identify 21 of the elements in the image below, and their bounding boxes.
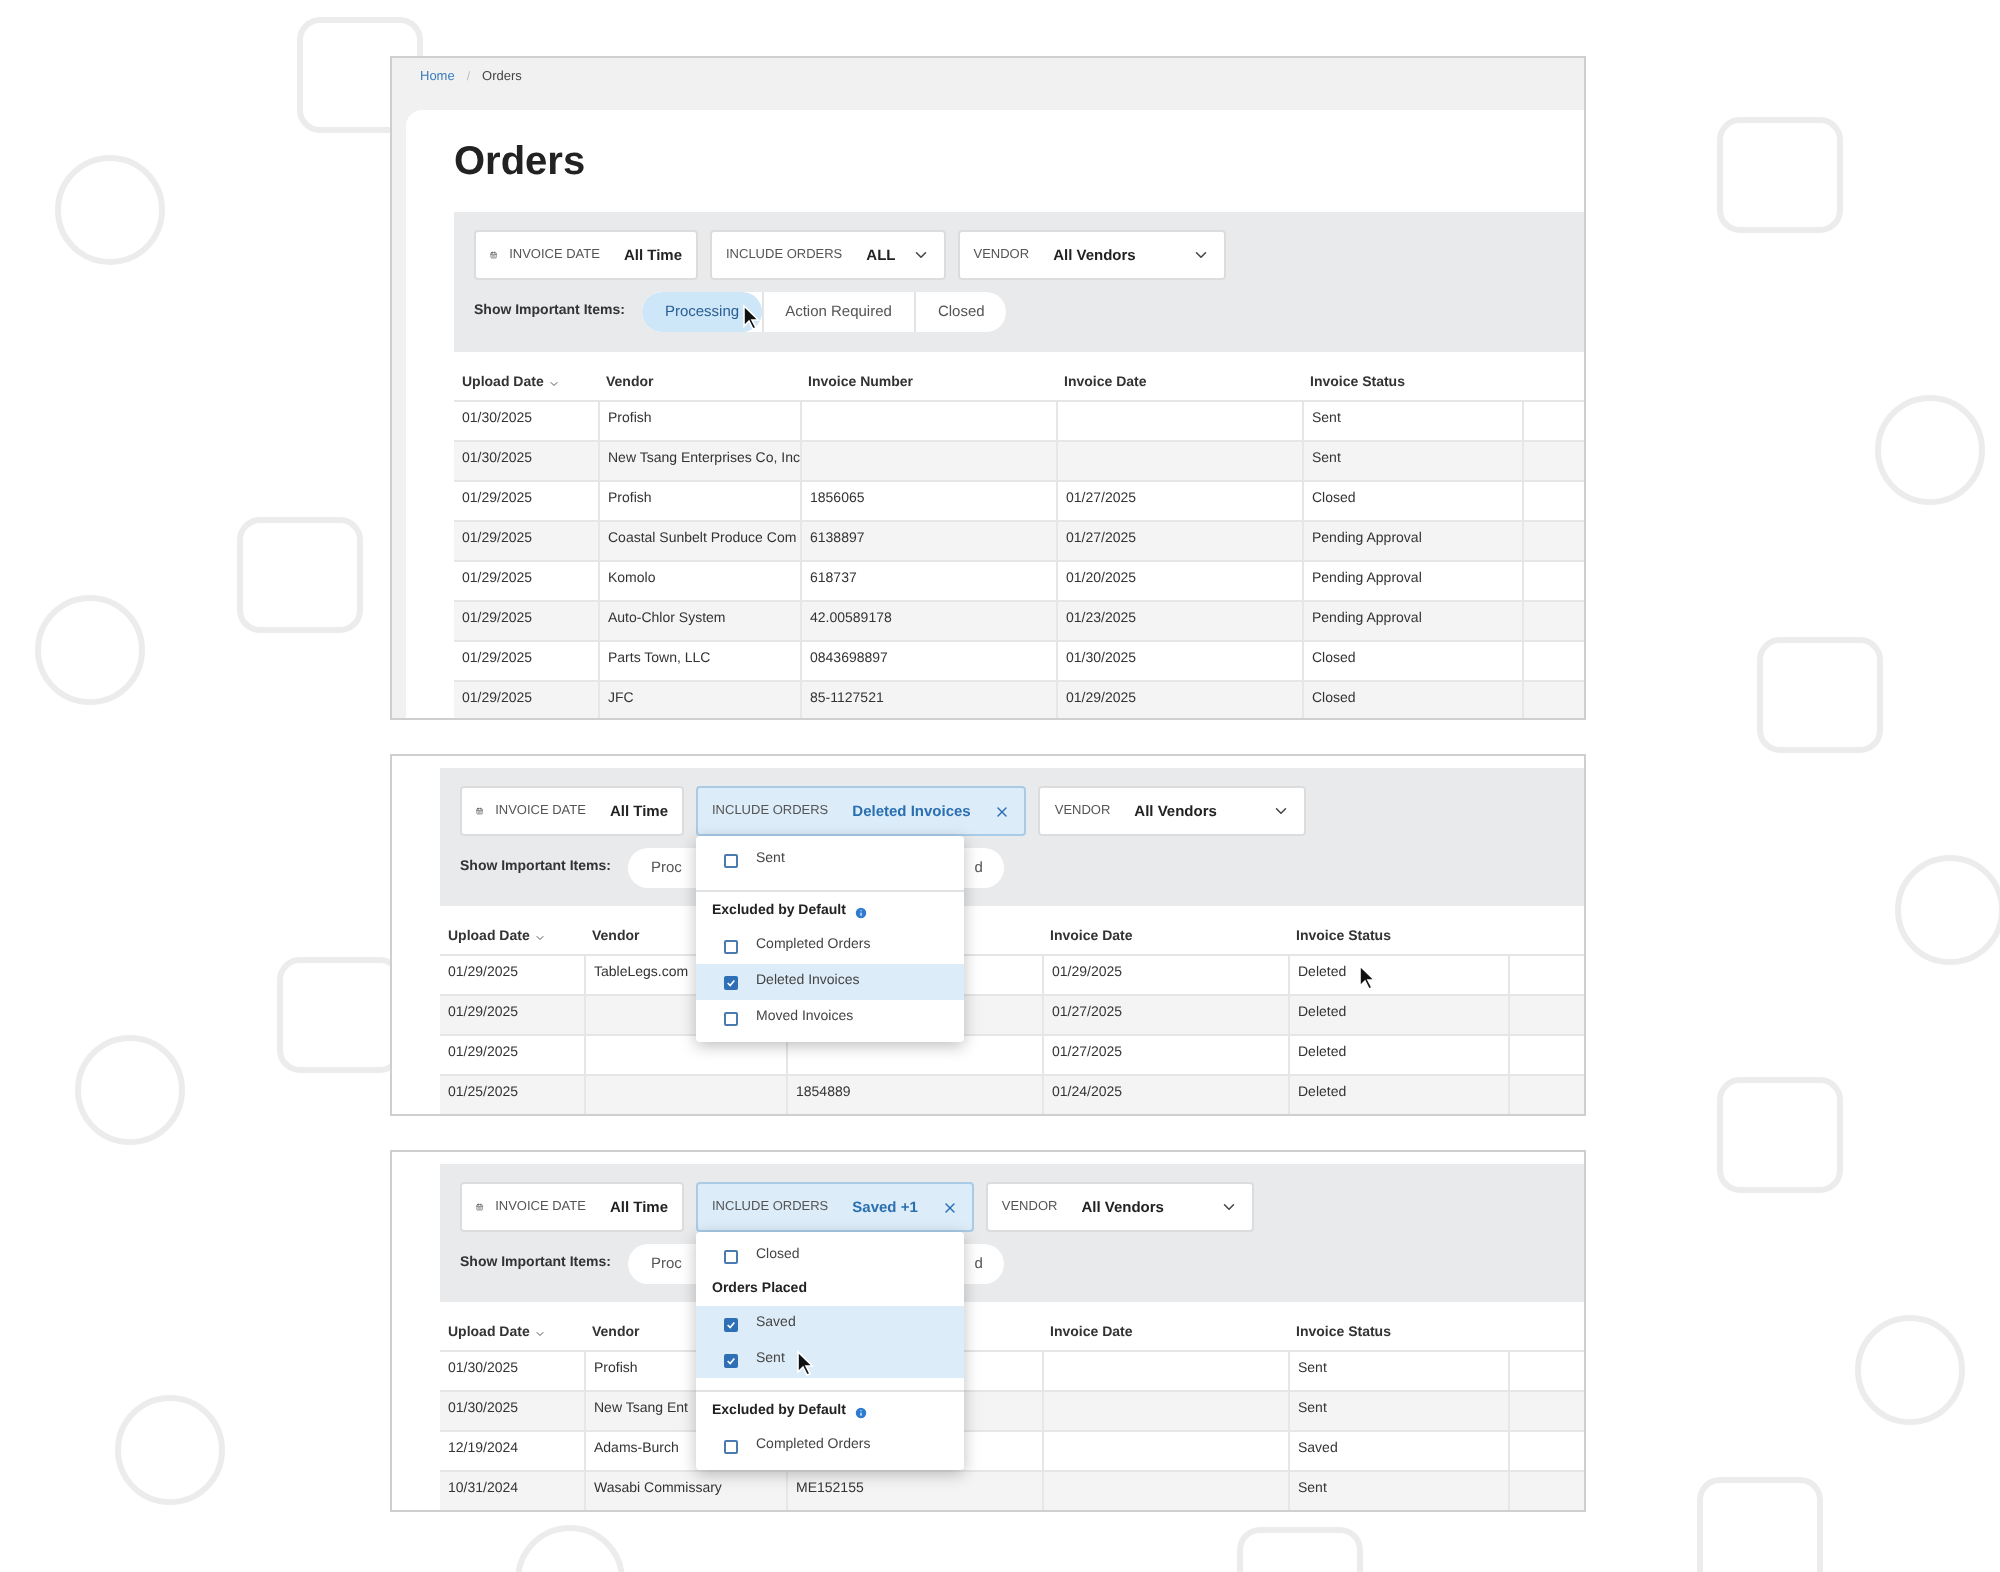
page-title: Orders xyxy=(454,138,588,186)
checkbox[interactable] xyxy=(724,1249,738,1263)
checkbox[interactable] xyxy=(724,939,738,953)
check-icon xyxy=(726,1319,736,1329)
chevron-icon xyxy=(911,246,930,264)
chevron-icon xyxy=(1272,802,1291,820)
check-icon xyxy=(726,977,736,987)
checkbox[interactable] xyxy=(724,1317,738,1331)
chevron-icon xyxy=(1191,246,1210,264)
sort-icon xyxy=(533,932,546,944)
checkbox[interactable] xyxy=(724,1353,738,1367)
checkbox[interactable] xyxy=(724,1439,738,1453)
sort-icon xyxy=(533,1328,546,1340)
chevron-icon xyxy=(1219,1198,1238,1216)
sort-icon xyxy=(547,378,560,390)
checkbox[interactable] xyxy=(724,975,738,989)
close-icon[interactable] xyxy=(941,1199,958,1215)
checkbox[interactable] xyxy=(724,1011,738,1025)
check-icon xyxy=(726,1355,736,1365)
close-icon[interactable] xyxy=(994,803,1011,819)
checkbox[interactable] xyxy=(724,853,738,867)
